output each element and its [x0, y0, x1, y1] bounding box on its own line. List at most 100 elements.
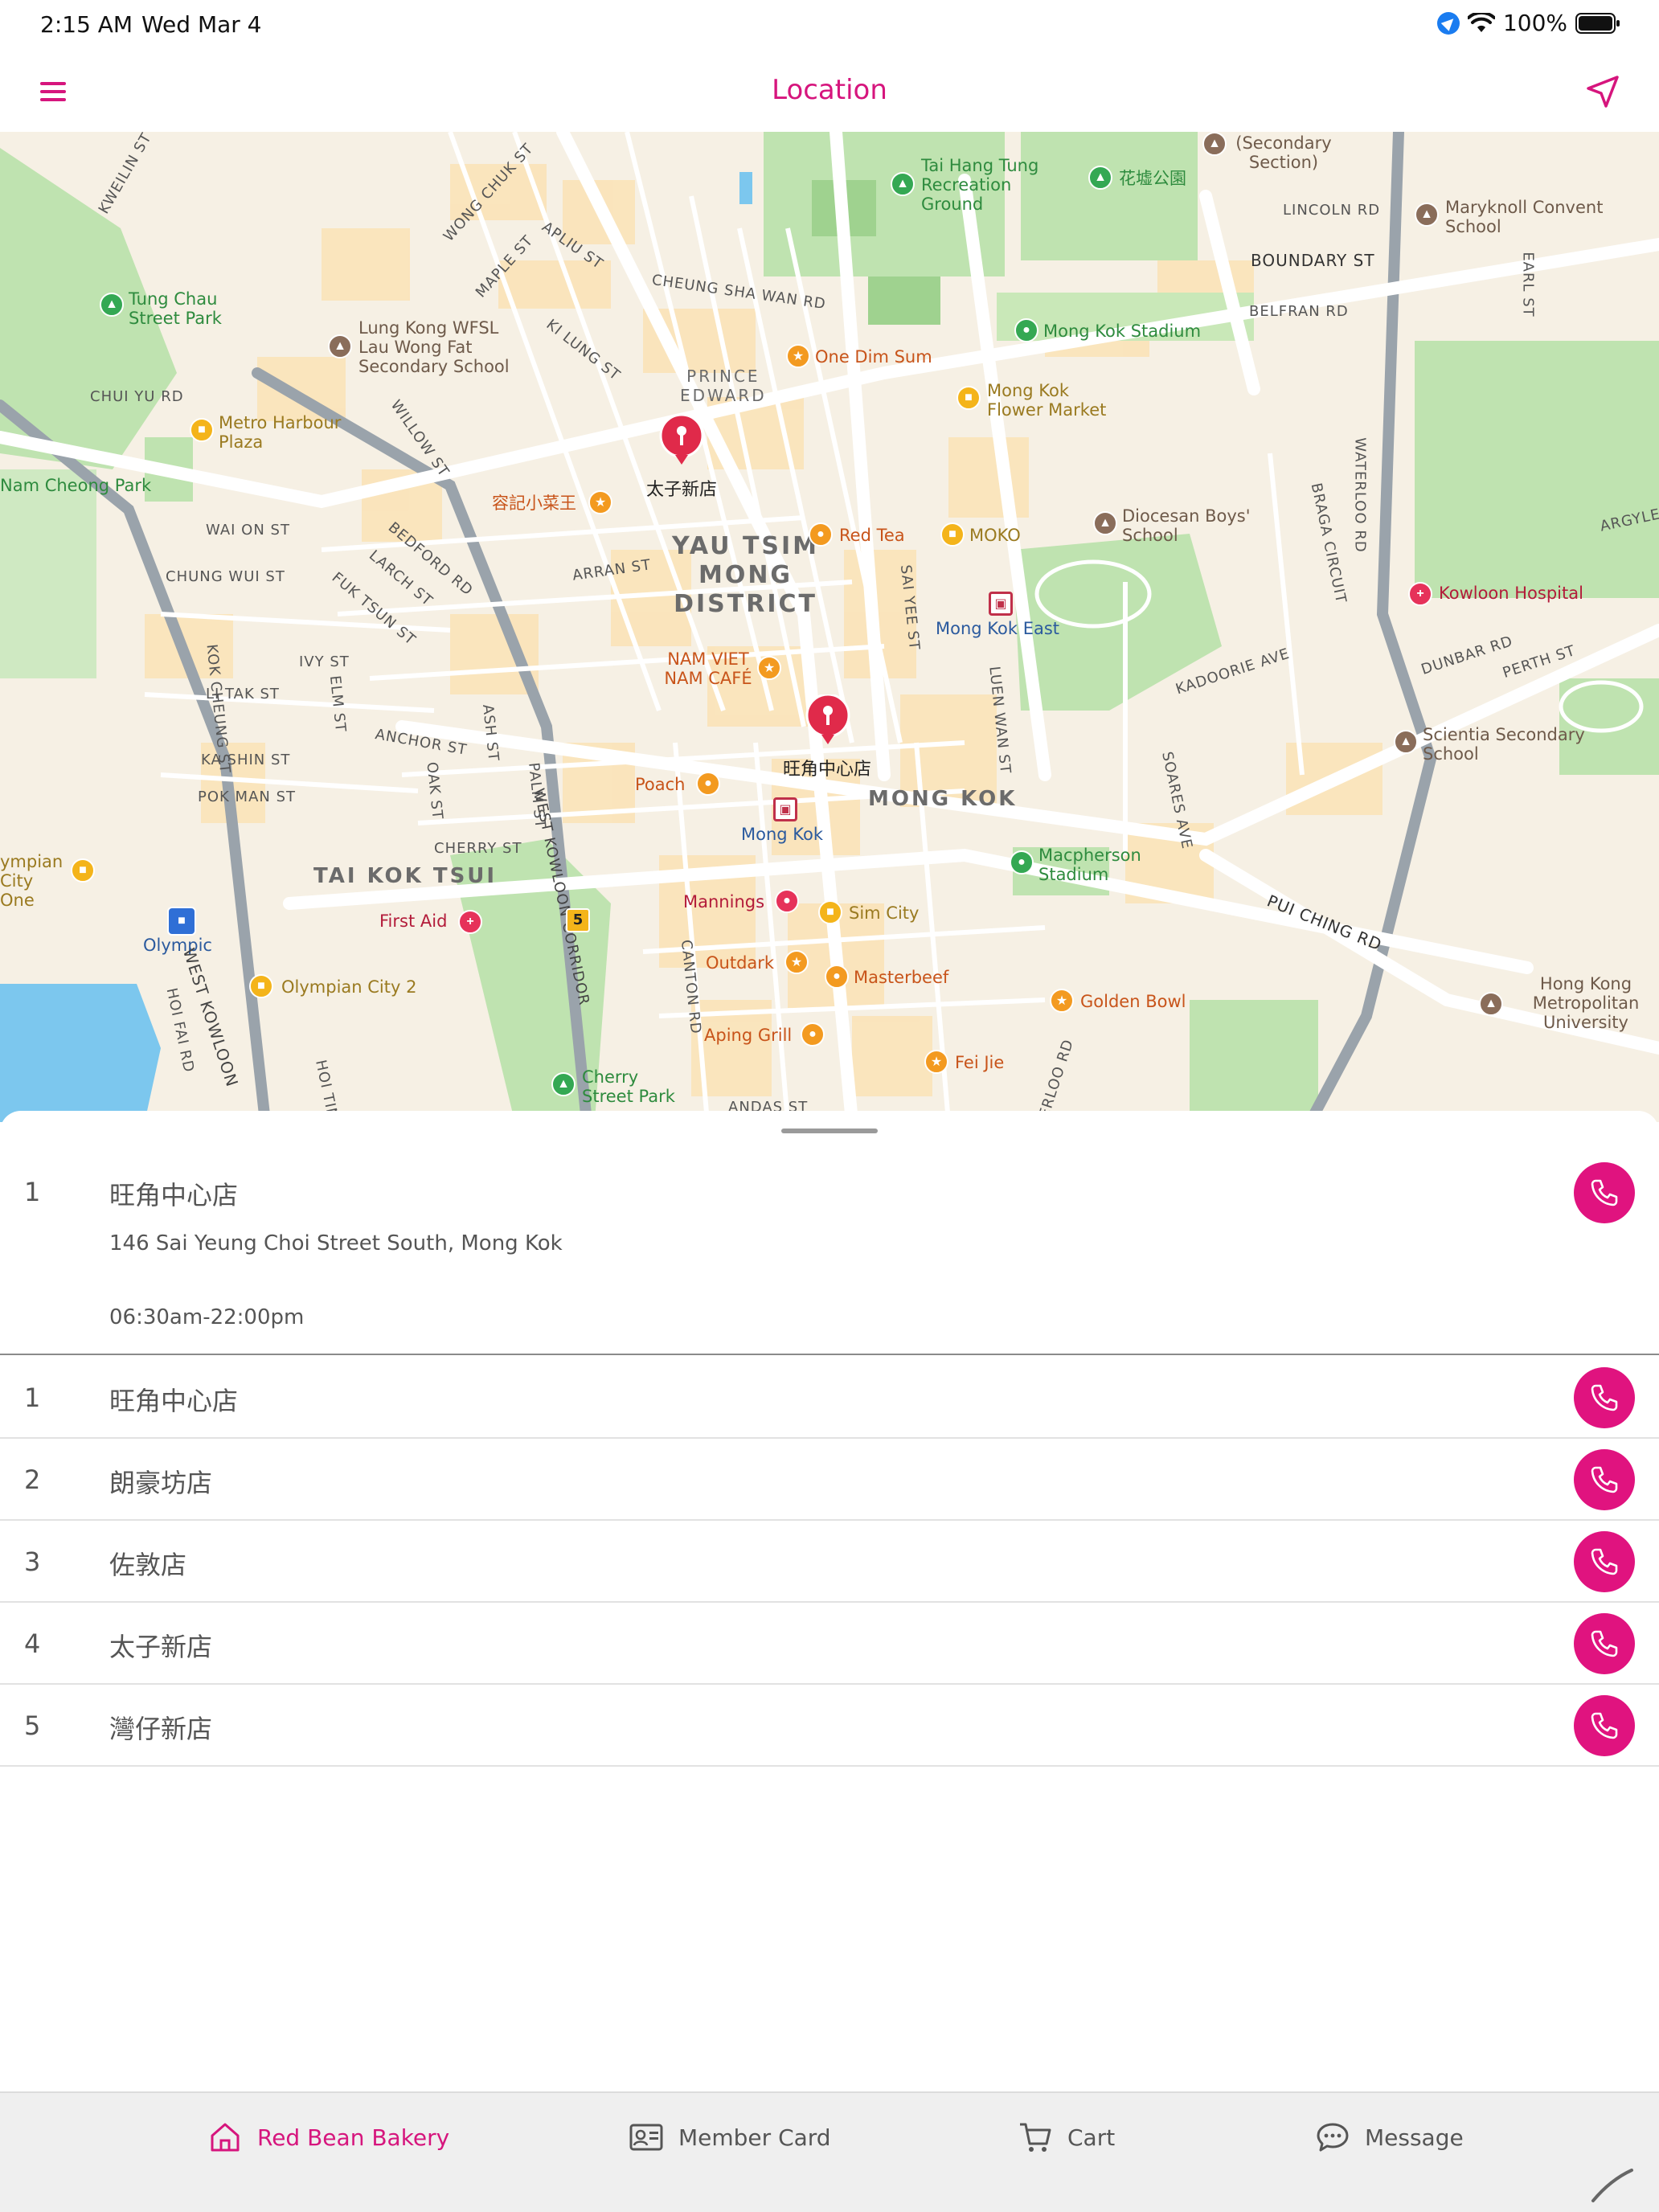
- store-index: 5: [24, 1710, 41, 1741]
- poi-lung-kong-school: Lung Kong WFSL Lau Wong Fat Secondary Sc…: [358, 318, 510, 376]
- restaurant-icon: ★: [924, 1050, 948, 1074]
- pharmacy-icon: ●: [775, 889, 799, 913]
- poi-masterbeef: Masterbeef: [854, 968, 949, 987]
- tab-label: Red Bean Bakery: [257, 2124, 450, 2151]
- store-row[interactable]: 2 朗豪坊店: [0, 1439, 1659, 1521]
- road-boundary-st: BOUNDARY ST: [1251, 251, 1375, 270]
- store-pin-prince-edward[interactable]: [656, 415, 707, 466]
- poi-olympian-city-one: ympian City One: [0, 852, 63, 910]
- store-index: 4: [24, 1628, 41, 1659]
- stadium-icon: ●: [1010, 850, 1034, 875]
- poi-yung-kee: 容記小菜王: [492, 494, 576, 513]
- poi-poach: Poach: [635, 775, 686, 794]
- call-button[interactable]: [1574, 1449, 1635, 1510]
- store-name: 旺角中心店: [109, 1386, 239, 1416]
- area-prince-line-2: EDWARD: [680, 386, 767, 405]
- page-title: Location: [772, 74, 887, 106]
- area-label-prince-edward: PRINCE EDWARD: [680, 367, 767, 405]
- store-name: 太子新店: [109, 1632, 213, 1662]
- store-pin-label: 旺角中心店: [783, 760, 872, 780]
- poi-golden-bowl: Golden Bowl: [1080, 992, 1186, 1011]
- tab-home[interactable]: Red Bean Bakery: [207, 2117, 449, 2157]
- park-label-macpherson: Macpherson Stadium: [1038, 846, 1141, 884]
- shop-icon: ■: [190, 418, 214, 442]
- park-icon: ▲: [891, 172, 915, 196]
- shop-icon: ■: [71, 858, 95, 883]
- store-row[interactable]: 4 太子新店: [0, 1603, 1659, 1685]
- poi-outdark: Outdark: [706, 953, 775, 973]
- selected-store-card[interactable]: 1 旺角中心店 146 Sai Yeung Choi Street South,…: [0, 1143, 1659, 1355]
- phone-icon: [1591, 1179, 1618, 1206]
- poi-mannings: Mannings: [683, 892, 765, 911]
- poi-aping-grill: Aping Grill: [704, 1026, 793, 1045]
- home-icon: [211, 2123, 240, 2152]
- store-index: 2: [24, 1464, 41, 1495]
- store-row[interactable]: 3 佐敦店: [0, 1521, 1659, 1603]
- poi-maryknoll: Maryknoll Convent School: [1445, 198, 1604, 236]
- selected-store-index: 1: [24, 1177, 41, 1207]
- poi-diocesan-boys: Diocesan Boys' School: [1122, 506, 1251, 545]
- locate-me-button[interactable]: [1582, 71, 1624, 113]
- shop-icon: ■: [818, 900, 842, 924]
- poi-first-aid: First Aid: [379, 911, 448, 931]
- store-name: 佐敦店: [109, 1550, 187, 1580]
- sheet-grabber[interactable]: [781, 1129, 878, 1133]
- selected-store-name: 旺角中心店: [109, 1180, 239, 1210]
- battery-icon: [1575, 12, 1620, 34]
- phone-icon: [1591, 1630, 1618, 1657]
- park-label-cherry-street: Cherry Street Park: [582, 1067, 675, 1106]
- store-row[interactable]: 5 灣仔新店: [0, 1685, 1659, 1767]
- road-pok-man: POK MAN ST: [198, 789, 296, 805]
- park-label-flower-garden: 花墟公園: [1119, 169, 1186, 188]
- cafe-icon: ●: [801, 1022, 825, 1047]
- id-card-icon: [629, 2124, 663, 2151]
- call-button[interactable]: [1574, 1531, 1635, 1592]
- navigation-bar: Location: [0, 51, 1659, 132]
- shop-icon: ■: [249, 974, 273, 998]
- restaurant-icon: ★: [757, 656, 781, 680]
- stadium-icon: ●: [1014, 318, 1038, 342]
- school-icon: ▲: [328, 334, 352, 358]
- road-chui-yu: CHUI YU RD: [90, 388, 184, 405]
- phone-icon: [1591, 1712, 1618, 1739]
- call-button[interactable]: [1574, 1613, 1635, 1674]
- store-map[interactable]: YAU TSIM MONG DISTRICT MONG KOK TAI KOK …: [0, 132, 1659, 1122]
- status-bar: 2:15 AM Wed Mar 4 100%: [0, 0, 1659, 51]
- tab-message[interactable]: Message: [1315, 2117, 1464, 2157]
- status-date: Wed Mar 4: [141, 11, 262, 38]
- poi-metro-harbour-plaza: Metro Harbour Plaza: [219, 413, 342, 452]
- restaurant-icon: ★: [784, 950, 809, 974]
- road-belfran: BELFRAN RD: [1249, 303, 1349, 320]
- train-station-icon: ■: [167, 907, 196, 936]
- road-wai-on: WAI ON ST: [206, 522, 290, 539]
- navigation-arrow-icon: [1587, 76, 1619, 108]
- cafe-icon: ●: [825, 965, 849, 989]
- park-icon: ▲: [100, 293, 124, 317]
- restaurant-icon: ★: [786, 344, 810, 368]
- tab-cart[interactable]: Cart: [1018, 2117, 1115, 2157]
- tab-member-card[interactable]: Member Card: [629, 2117, 831, 2157]
- call-button[interactable]: [1574, 1367, 1635, 1428]
- call-button[interactable]: [1574, 1695, 1635, 1756]
- poi-olympian-city-2: Olympian City 2: [281, 977, 417, 997]
- station-mong-kok: Mong Kok: [741, 825, 824, 844]
- road-cherry: CHERRY ST: [434, 840, 522, 857]
- selected-store-hours: 06:30am-22:00pm: [109, 1305, 305, 1329]
- road-ivy: IVY ST: [299, 653, 350, 670]
- park-label-mong-kok-stadium: Mong Kok Stadium: [1043, 322, 1202, 341]
- poi-flower-market: Mong Kok Flower Market: [987, 381, 1107, 420]
- metro-station-icon: ▣: [773, 797, 797, 821]
- school-icon: ▲: [1394, 730, 1418, 754]
- station-olympic: Olympic: [143, 936, 212, 955]
- store-row[interactable]: 1 旺角中心店: [0, 1357, 1659, 1439]
- store-pin-mong-kok-centre[interactable]: [802, 694, 854, 746]
- restaurant-icon: ★: [588, 490, 612, 514]
- poi-kowloon-hospital: Kowloon Hospital: [1439, 584, 1583, 603]
- chat-bubble-icon: [1317, 2123, 1349, 2152]
- school-icon: ▲: [1479, 992, 1503, 1016]
- store-index: 1: [24, 1382, 41, 1413]
- poi-hkmu: Hong Kong Metropolitan University: [1532, 974, 1640, 1032]
- tab-label: Message: [1365, 2124, 1464, 2151]
- call-button[interactable]: [1574, 1162, 1635, 1223]
- road-chung-wui: CHUNG WUI ST: [166, 568, 285, 585]
